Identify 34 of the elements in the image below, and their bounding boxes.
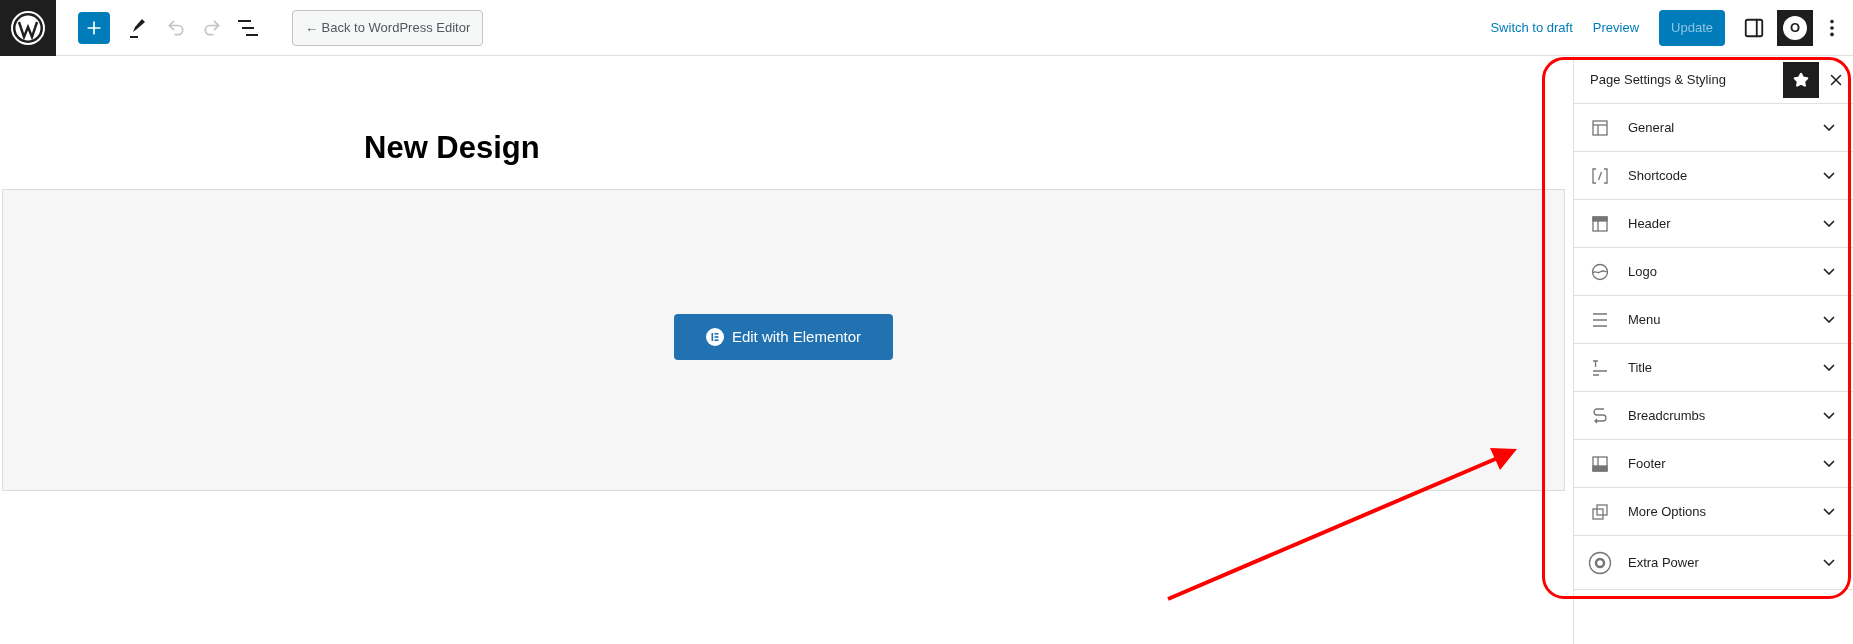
ring-icon [1588, 550, 1612, 575]
chevron-down-icon [1823, 316, 1835, 323]
sidebar-toggle-icon[interactable] [1743, 16, 1765, 39]
chevron-down-icon [1823, 460, 1835, 467]
wordpress-logo[interactable] [0, 0, 56, 56]
chevron-down-icon [1823, 508, 1835, 515]
chevron-down-icon [1823, 412, 1835, 419]
wave-circle-icon [1590, 261, 1610, 282]
copy-squares-icon [1590, 501, 1610, 522]
add-block-button[interactable] [78, 11, 110, 44]
chevron-down-icon [1823, 124, 1835, 131]
chevron-down-icon [1823, 268, 1835, 275]
header-link[interactable]: Preview [1592, 17, 1640, 38]
layout-icon [1590, 117, 1610, 138]
elementor-icon [705, 328, 724, 346]
star-button[interactable] [1783, 61, 1819, 98]
chevron-down-icon [1823, 364, 1835, 371]
route-icon [1590, 405, 1610, 426]
pen-icon[interactable] [128, 16, 148, 39]
chevron-down-icon [1823, 220, 1835, 227]
sidebar-title: Page Settings & Styling [1590, 70, 1727, 89]
edit-with-elementor-button[interactable]: Edit with Elementor [674, 314, 893, 360]
header-layout-icon [1590, 213, 1610, 234]
back-button[interactable]: ← Back to WordPress Editor [292, 9, 484, 46]
chevron-down-icon [1823, 172, 1835, 179]
shortcode-icon [1590, 165, 1610, 186]
chevron-down-icon [1823, 559, 1835, 566]
page-title[interactable]: New Design [364, 128, 540, 168]
plugin-button[interactable]: O [1777, 9, 1813, 46]
footer-layout-icon [1590, 453, 1610, 474]
star-icon [1793, 71, 1809, 88]
title-icon [1590, 357, 1610, 378]
list-view-icon[interactable] [238, 19, 258, 36]
header-link[interactable]: Switch to draft [1490, 17, 1573, 38]
